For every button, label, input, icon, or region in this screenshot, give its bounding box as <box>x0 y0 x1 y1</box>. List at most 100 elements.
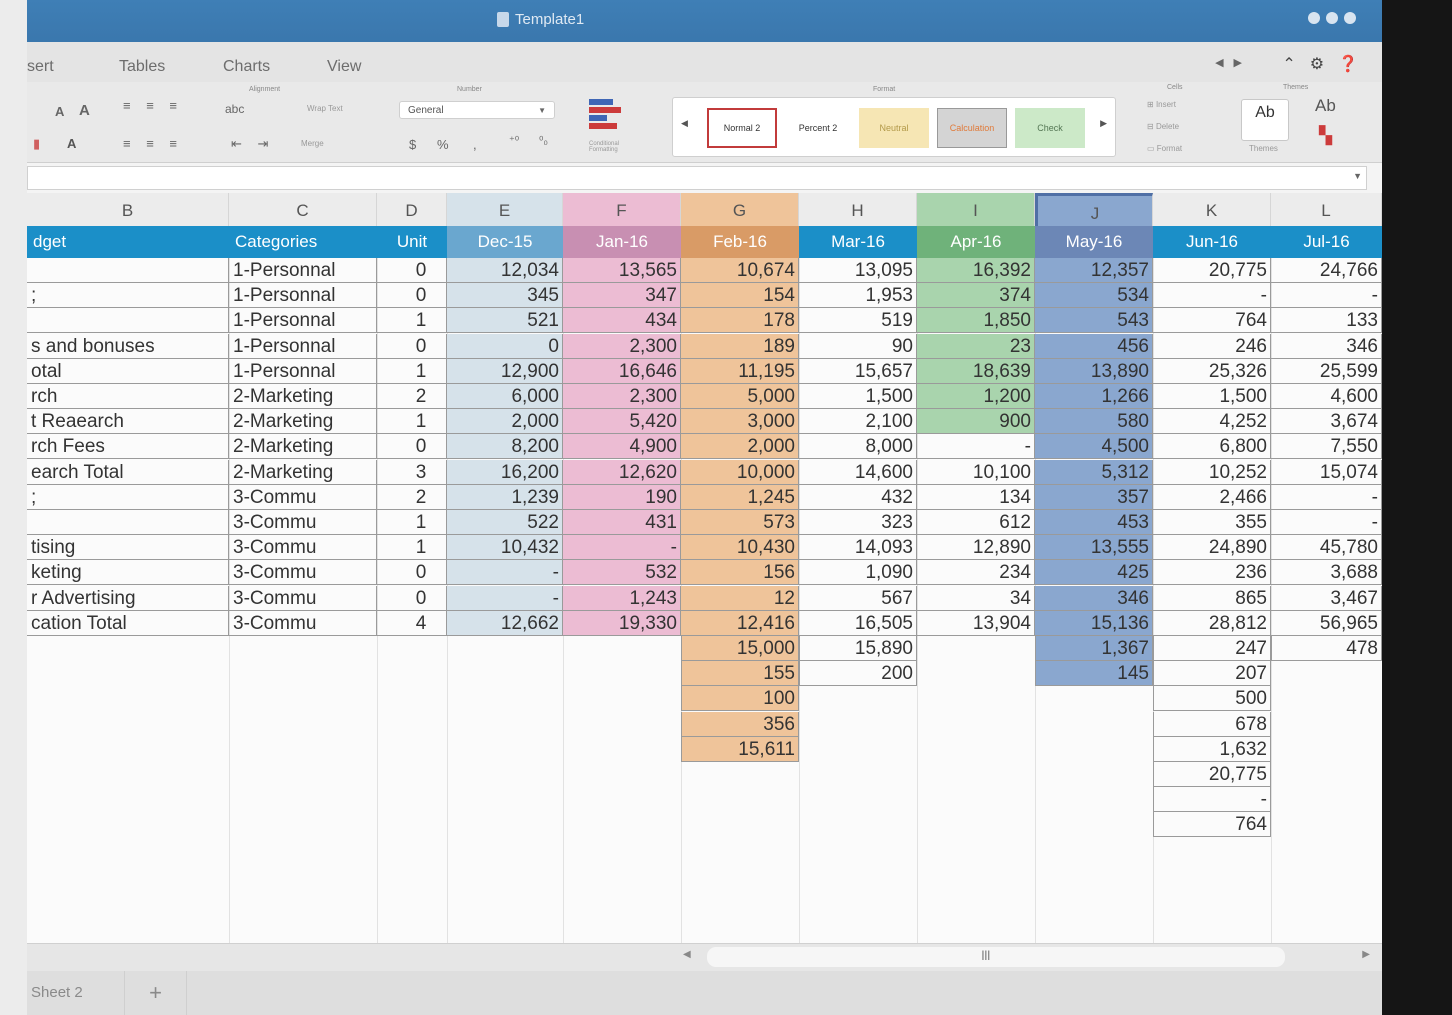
table-cell[interactable]: 356 <box>681 711 799 737</box>
table-cell[interactable]: 4,500 <box>1035 434 1153 460</box>
table-cell[interactable]: 13,565 <box>563 258 681 283</box>
scroll-left-icon[interactable]: ◀ <box>683 949 691 960</box>
table-cell[interactable]: 580 <box>1035 409 1153 435</box>
table-cell[interactable]: 2-Marketing <box>229 409 377 435</box>
table-cell[interactable]: s and bonuses <box>27 333 229 359</box>
header-cell-d[interactable]: Unit <box>377 226 447 258</box>
table-cell[interactable]: 453 <box>1035 510 1153 535</box>
tab-tables[interactable]: Tables <box>119 58 165 76</box>
table-cell[interactable]: t Reaearch <box>27 409 229 435</box>
scroll-right-icon[interactable]: ▶ <box>1362 949 1370 960</box>
table-cell[interactable]: 13,890 <box>1035 358 1153 384</box>
table-cell[interactable]: 347 <box>563 283 681 309</box>
table-cell[interactable]: 1-Personnal <box>229 258 377 283</box>
table-cell[interactable]: 190 <box>563 484 681 510</box>
header-cell-h[interactable]: Mar-16 <box>799 226 917 258</box>
table-cell[interactable]: 19,330 <box>563 610 681 636</box>
table-cell[interactable]: 3,674 <box>1271 409 1382 435</box>
table-cell[interactable]: 346 <box>1035 585 1153 611</box>
table-cell[interactable]: 1,243 <box>563 585 681 611</box>
table-cell[interactable]: 23 <box>917 333 1035 359</box>
table-cell[interactable]: cation Total <box>27 610 229 636</box>
table-cell[interactable]: 133 <box>1271 308 1382 334</box>
table-cell[interactable]: 10,432 <box>447 535 563 561</box>
table-cell[interactable]: 425 <box>1035 560 1153 586</box>
column-header-i[interactable]: I <box>917 193 1035 226</box>
table-cell[interactable]: 13,095 <box>799 258 917 283</box>
table-cell[interactable]: 2,100 <box>799 409 917 435</box>
ribbon-right-arrow-icon[interactable]: ▶ <box>1234 56 1242 69</box>
table-cell[interactable]: 2-Marketing <box>229 384 377 409</box>
table-cell[interactable]: 1,239 <box>447 484 563 510</box>
table-cell[interactable]: 20,775 <box>1153 258 1271 283</box>
table-cell[interactable]: - <box>447 560 563 586</box>
styles-prev-icon[interactable]: ◀ <box>681 118 688 129</box>
table-cell[interactable]: 1,632 <box>1153 736 1271 762</box>
table-cell[interactable]: 56,965 <box>1271 610 1382 636</box>
table-cell[interactable]: 8,000 <box>799 434 917 460</box>
collapse-ribbon-icon[interactable]: ⌃ <box>1282 54 1295 74</box>
table-cell[interactable]: 5,420 <box>563 409 681 435</box>
header-cell-l[interactable]: Jul-16 <box>1271 226 1382 258</box>
table-cell[interactable]: - <box>563 535 681 561</box>
table-cell[interactable]: 2,466 <box>1153 484 1271 510</box>
table-cell[interactable]: 13,904 <box>917 610 1035 636</box>
theme-colors-icon[interactable]: ▚ <box>1319 126 1332 146</box>
table-cell[interactable]: 25,326 <box>1153 358 1271 384</box>
table-cell[interactable]: 1 <box>377 358 447 384</box>
indent-icons[interactable]: ⇤ ⇥ <box>231 136 274 152</box>
column-header-g[interactable]: G <box>681 193 799 226</box>
table-cell[interactable]: 323 <box>799 510 917 535</box>
style-normal-2[interactable]: Normal 2 <box>707 108 777 148</box>
table-cell[interactable]: - <box>1153 787 1271 813</box>
column-header-h[interactable]: H <box>799 193 917 226</box>
help-icon[interactable]: ❓ <box>1338 54 1358 74</box>
header-cell-e[interactable]: Dec-15 <box>447 226 563 258</box>
style-calculation[interactable]: Calculation <box>937 108 1007 148</box>
window-control-button[interactable] <box>1344 12 1356 24</box>
table-cell[interactable]: 178 <box>681 308 799 334</box>
tab-view[interactable]: View <box>327 58 361 76</box>
table-cell[interactable]: 1,200 <box>917 384 1035 409</box>
table-cell[interactable] <box>27 258 229 283</box>
table-cell[interactable]: 1,245 <box>681 484 799 510</box>
table-cell[interactable]: 200 <box>799 661 917 687</box>
table-cell[interactable]: 2,000 <box>447 409 563 435</box>
font-color-icon[interactable]: A <box>67 136 76 151</box>
table-cell[interactable]: 236 <box>1153 560 1271 586</box>
column-header-l[interactable]: L <box>1271 193 1382 226</box>
table-cell[interactable]: 34 <box>917 585 1035 611</box>
column-header-d[interactable]: D <box>377 193 447 226</box>
table-cell[interactable]: 1-Personnal <box>229 283 377 309</box>
table-cell[interactable]: 154 <box>681 283 799 309</box>
table-cell[interactable]: 18,639 <box>917 358 1035 384</box>
table-cell[interactable]: - <box>447 585 563 611</box>
table-cell[interactable]: 6,000 <box>447 384 563 409</box>
table-cell[interactable]: ; <box>27 283 229 309</box>
column-header-e[interactable]: E <box>447 193 563 226</box>
percent-format-button[interactable]: % <box>437 137 449 152</box>
column-header-c[interactable]: C <box>229 193 377 226</box>
table-cell[interactable]: 431 <box>563 510 681 535</box>
table-cell[interactable]: 15,890 <box>799 636 917 661</box>
header-cell-f[interactable]: Jan-16 <box>563 226 681 258</box>
table-cell[interactable]: - <box>1271 510 1382 535</box>
table-cell[interactable]: 10,252 <box>1153 459 1271 485</box>
table-cell[interactable]: 567 <box>799 585 917 611</box>
table-cell[interactable]: 15,000 <box>681 636 799 661</box>
table-cell[interactable]: 207 <box>1153 661 1271 687</box>
table-cell[interactable]: tising <box>27 535 229 561</box>
table-cell[interactable]: 678 <box>1153 711 1271 737</box>
table-cell[interactable]: keting <box>27 560 229 586</box>
column-header-j[interactable]: J <box>1035 193 1153 226</box>
table-cell[interactable]: 15,136 <box>1035 610 1153 636</box>
table-cell[interactable]: 90 <box>799 333 917 359</box>
table-cell[interactable]: 12,357 <box>1035 258 1153 283</box>
table-cell[interactable]: rch <box>27 384 229 409</box>
header-cell-k[interactable]: Jun-16 <box>1153 226 1271 258</box>
table-cell[interactable]: - <box>1271 484 1382 510</box>
table-cell[interactable]: 1,953 <box>799 283 917 309</box>
table-cell[interactable]: 12,620 <box>563 459 681 485</box>
table-cell[interactable]: 45,780 <box>1271 535 1382 561</box>
table-cell[interactable]: 345 <box>447 283 563 309</box>
